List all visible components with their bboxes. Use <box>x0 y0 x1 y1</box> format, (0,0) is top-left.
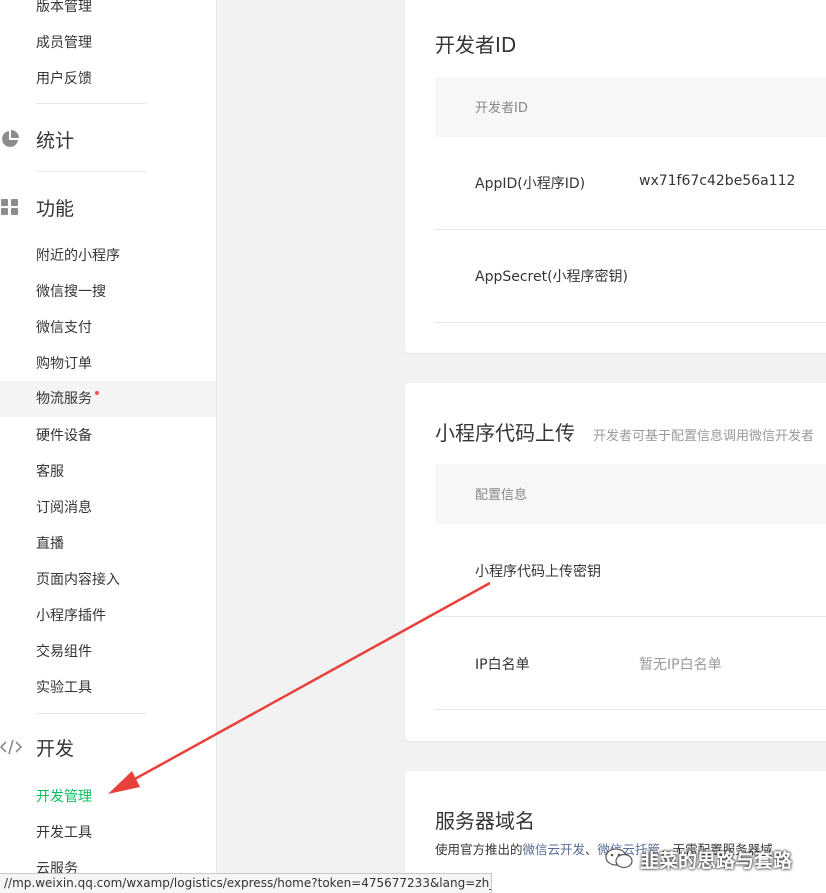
browser-status-bar: //mp.weixin.qq.com/wxamp/logistics/expre… <box>0 873 492 893</box>
table-header-label: 开发者ID <box>475 101 528 116</box>
sidebar-item-trade[interactable]: 交易组件 <box>36 642 92 662</box>
card-subtitle: 开发者可基于配置信息调用微信开发者 <box>593 429 815 444</box>
table-row: AppID(小程序ID) wx71f67c42be56a112 <box>435 137 826 230</box>
wx-cloud-dev-link[interactable]: 微信云开发 <box>523 842 586 857</box>
card-title: 小程序代码上传 开发者可基于配置信息调用微信开发者 <box>435 417 814 446</box>
sidebar-item-pay[interactable]: 微信支付 <box>36 318 92 338</box>
wechat-logo-icon <box>605 848 633 869</box>
sidebar-item-nearby[interactable]: 附近的小程序 <box>36 246 120 266</box>
grid-icon <box>0 196 22 218</box>
sidebar-item-subscribe[interactable]: 订阅消息 <box>36 498 92 518</box>
appsecret-label: AppSecret(小程序密钥) <box>475 269 629 285</box>
sidebar-item-content[interactable]: 页面内容接入 <box>36 570 120 590</box>
developer-id-card: 开发者ID 开发者ID AppID(小程序ID) wx71f67c42be56a… <box>405 0 826 353</box>
table-row: 小程序代码上传密钥 <box>435 524 826 617</box>
table-header-label: 配置信息 <box>475 488 528 503</box>
sidebar-section-label: 功能 <box>36 197 75 220</box>
table-header: 配置信息 <box>435 464 826 524</box>
sidebar-item-members[interactable]: 成员管理 <box>36 33 92 53</box>
sidebar-item-label: 物流服务 <box>36 391 92 407</box>
watermark: 韭菜的思路与套路 <box>604 842 792 876</box>
sidebar-item-hardware[interactable]: 硬件设备 <box>36 426 92 446</box>
card-title: 开发者ID <box>435 33 517 57</box>
pie-chart-icon <box>0 128 22 150</box>
table-row: AppSecret(小程序密钥) <box>435 230 826 323</box>
sidebar-item-service[interactable]: 客服 <box>36 462 64 482</box>
divider <box>36 103 146 104</box>
table-header: 开发者ID <box>435 77 826 137</box>
table-row: IP白名单 暂无IP白名单 <box>435 617 826 710</box>
code-upload-card: 小程序代码上传 开发者可基于配置信息调用微信开发者 配置信息 小程序代码上传密钥 … <box>405 383 826 741</box>
ip-whitelist-label: IP白名单 <box>475 657 530 673</box>
desc-sep: 、 <box>585 842 598 857</box>
appid-value[interactable]: wx71f67c42be56a112 <box>639 173 795 189</box>
sidebar-section-label: 开发 <box>36 737 75 760</box>
sidebar-section-function[interactable]: 功能 <box>0 192 74 222</box>
watermark-text: 韭菜的思路与套路 <box>640 849 793 872</box>
sidebar-item-lab[interactable]: 实验工具 <box>36 678 92 698</box>
sidebar-item-live[interactable]: 直播 <box>36 534 64 554</box>
sidebar-section-stats[interactable]: 统计 <box>0 124 74 154</box>
sidebar-item-dev-manage[interactable]: 开发管理 <box>36 787 92 807</box>
sidebar-item-dev-tools[interactable]: 开发工具 <box>36 823 92 843</box>
sidebar: 版本管理 成员管理 用户反馈 统计 功能 附近的小程序 微信搜一搜 微信支付 购… <box>0 0 217 893</box>
sidebar-section-dev[interactable]: 开发 <box>0 732 74 762</box>
divider <box>36 171 146 172</box>
sidebar-item-plugins[interactable]: 小程序插件 <box>36 606 106 626</box>
sidebar-item-search[interactable]: 微信搜一搜 <box>36 282 106 302</box>
upload-key-label: 小程序代码上传密钥 <box>475 564 601 580</box>
sidebar-section-label: 统计 <box>36 129 75 152</box>
code-icon <box>0 736 22 758</box>
divider <box>36 713 146 714</box>
appid-label: AppID(小程序ID) <box>475 176 586 192</box>
sidebar-item-orders[interactable]: 购物订单 <box>36 354 92 374</box>
sidebar-item-version[interactable]: 版本管理 <box>36 0 92 17</box>
sidebar-item-logistics[interactable]: 物流服务 <box>0 381 216 417</box>
card-title: 服务器域名 <box>435 809 535 833</box>
sidebar-item-feedback[interactable]: 用户反馈 <box>36 69 92 89</box>
desc-prefix: 使用官方推出的 <box>435 842 523 857</box>
card-title-text: 小程序代码上传 <box>435 421 575 445</box>
new-dot-icon <box>95 391 99 395</box>
ip-whitelist-value: 暂无IP白名单 <box>639 657 722 673</box>
